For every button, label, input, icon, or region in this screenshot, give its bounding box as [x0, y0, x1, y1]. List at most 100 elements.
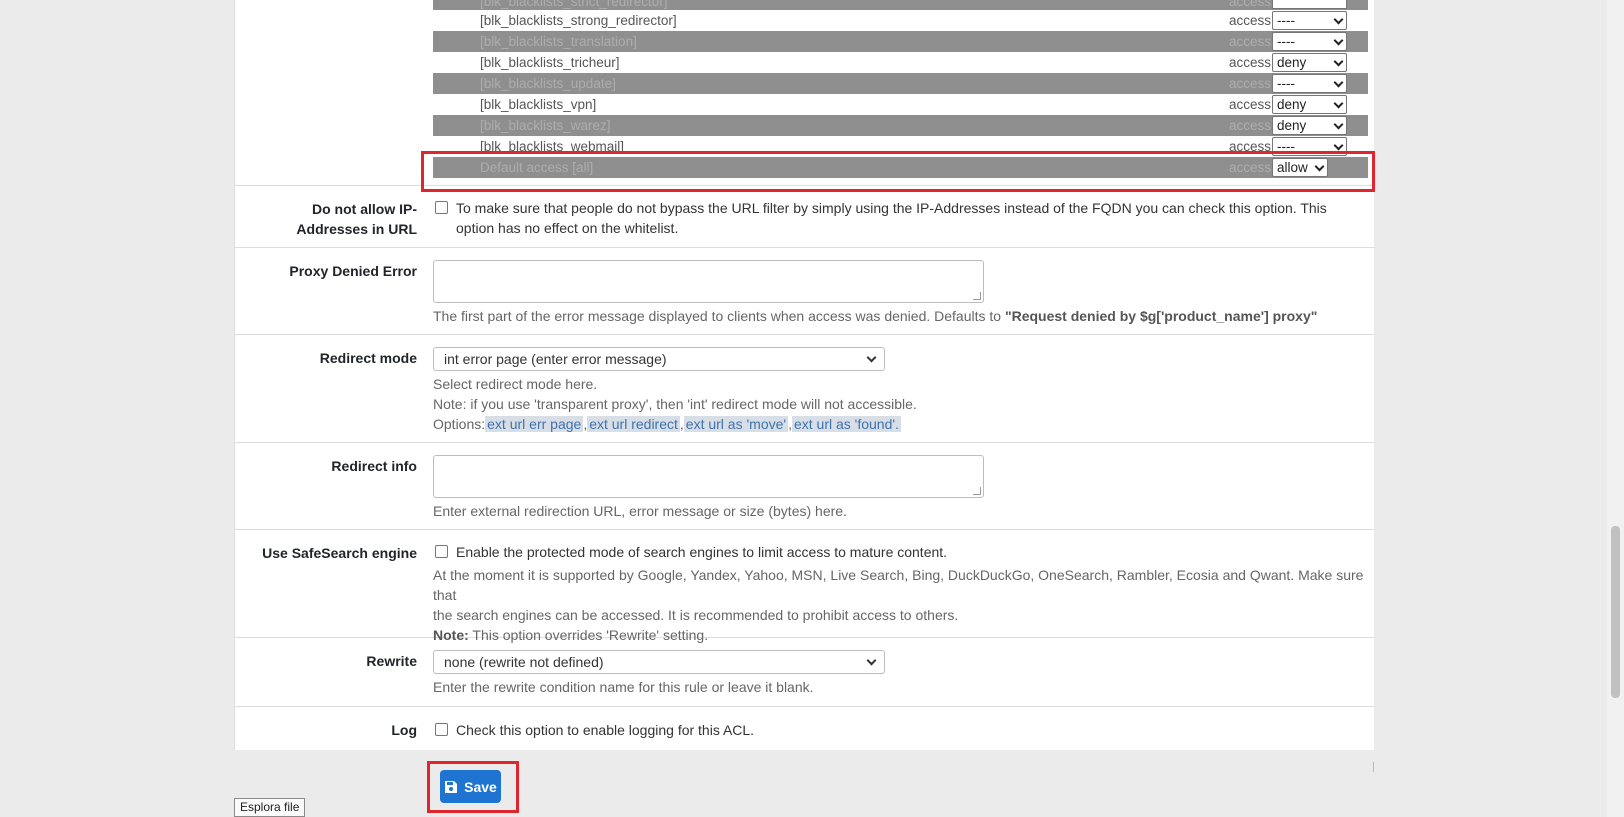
log-row: Log Check this option to enable logging … [235, 707, 1375, 750]
resize-grip-icon[interactable] [973, 292, 981, 300]
scrollbar-thumb[interactable] [1611, 526, 1620, 698]
proxy-denied-error-row: Proxy Denied Error The first part of the… [235, 248, 1375, 335]
option-link-ext-url-redirect[interactable]: ext url redirect [587, 416, 680, 432]
redirect-mode-help: Select redirect mode here. Note: if you … [433, 374, 1367, 434]
redirect-info-textarea[interactable] [433, 455, 984, 498]
rewrite-label: Rewrite [366, 653, 417, 669]
acl-row-strict-redirector: [blk_blacklists_strict_redirector] acces… [433, 0, 1368, 10]
acl-access-select[interactable]: ---- [1272, 32, 1347, 51]
resize-grip-icon[interactable] [973, 487, 981, 495]
redirect-mode-value: int error page (enter error message) [444, 351, 667, 367]
acl-row-name: [blk_blacklists_strict_redirector] [480, 0, 668, 9]
help-line: Select redirect mode here. [433, 376, 598, 392]
chevron-down-icon [866, 655, 877, 666]
help-line: Note: if you use 'transparent proxy', th… [433, 396, 917, 412]
chevron-down-icon [1333, 77, 1344, 88]
chevron-down-icon [1333, 35, 1344, 46]
help-default-value: "Request denied by $g['product_name'] pr… [1004, 308, 1318, 324]
ip-in-url-text: To make sure that people do not bypass t… [456, 200, 1327, 236]
option-link-ext-url-move[interactable]: ext url as 'move' [683, 416, 789, 432]
acl-access-value: ---- [1277, 34, 1295, 49]
log-text: Check this option to enable logging for … [456, 722, 755, 738]
safesearch-row: Use SafeSearch engine Enable the protect… [235, 530, 1375, 643]
rewrite-value: none (rewrite not defined) [444, 654, 604, 670]
chevron-down-icon [1333, 119, 1344, 130]
default-access-highlight [421, 151, 1375, 192]
rewrite-select[interactable]: none (rewrite not defined) [433, 650, 885, 674]
redirect-mode-label: Redirect mode [319, 350, 417, 366]
rewrite-help: Enter the rewrite condition name for thi… [433, 679, 814, 695]
acl-row-name: [blk_blacklists_warez] [480, 118, 611, 133]
help-line: the search engines can be accessed. It i… [433, 607, 959, 623]
acl-settings-panel: [blk_blacklists_strict_redirector] acces… [234, 0, 1375, 750]
acl-access-value: ---- [1277, 13, 1295, 28]
save-button[interactable]: Save [440, 770, 501, 803]
acl-row-translation: [blk_blacklists_translation] access ---- [433, 31, 1368, 52]
acl-row-vpn: [blk_blacklists_vpn] access deny [433, 94, 1368, 115]
acl-row-strong-redirector: [blk_blacklists_strong_redirector] acces… [433, 10, 1368, 31]
chevron-down-icon [1333, 56, 1344, 67]
acl-row-tricheur: [blk_blacklists_tricheur] access deny [433, 52, 1368, 73]
ip-in-url-row: Do not allow IP-Addresses in URL To make… [235, 186, 1375, 248]
acl-access-value: ---- [1277, 76, 1295, 91]
floppy-disk-icon [445, 780, 458, 793]
acl-access-value: deny [1277, 118, 1307, 133]
acl-row-access-label: access [1228, 34, 1271, 49]
log-checkbox[interactable] [435, 723, 448, 736]
chevron-down-icon [866, 352, 877, 363]
acl-access-select[interactable]: ---- [1272, 11, 1347, 30]
acl-access-select[interactable]: deny [1272, 53, 1347, 72]
rewrite-row: Rewrite none (rewrite not defined) Enter… [235, 638, 1375, 707]
taskbar-tooltip: Esplora file [234, 798, 306, 817]
acl-row-access-label: access [1228, 55, 1271, 70]
acl-row-update: [blk_blacklists_update] access ---- [433, 73, 1368, 94]
acl-access-value: deny [1277, 97, 1307, 112]
ip-in-url-checkbox[interactable] [435, 201, 448, 214]
acl-row-access-label: access [1228, 97, 1271, 112]
acl-row-access-label: access [1228, 0, 1271, 9]
acl-row-name: [blk_blacklists_strong_redirector] [480, 13, 677, 28]
options-prefix: Options: [433, 416, 486, 432]
acl-row-access-label: access [1228, 13, 1271, 28]
proxy-denied-error-label: Proxy Denied Error [289, 263, 417, 279]
proxy-denied-error-help: The first part of the error message disp… [433, 306, 1367, 326]
option-link-ext-url-err-page[interactable]: ext url err page [485, 416, 584, 432]
ip-in-url-option: To make sure that people do not bypass t… [433, 198, 1367, 238]
acl-access-select[interactable] [1272, 0, 1347, 9]
help-text: The first part of the error message disp… [433, 308, 1005, 324]
safesearch-option: Enable the protected mode of search engi… [433, 542, 1367, 562]
acl-row-name: [blk_blacklists_vpn] [480, 97, 597, 112]
acl-row-name: [blk_blacklists_tricheur] [480, 55, 620, 70]
acl-row-name: [blk_blacklists_update] [480, 76, 616, 91]
redirect-info-help: Enter external redirection URL, error me… [433, 503, 847, 519]
acl-access-value: deny [1277, 55, 1307, 70]
help-line: At the moment it is supported by Google,… [433, 567, 1364, 603]
chevron-down-icon [1333, 140, 1344, 151]
acl-row-access-label: access [1228, 118, 1271, 133]
redirect-mode-options: Options: ext url err page, ext url redirec… [433, 416, 901, 432]
acl-row-name: [blk_blacklists_translation] [480, 34, 637, 49]
log-label: Log [391, 722, 417, 738]
redirect-mode-select[interactable]: int error page (enter error message) [433, 347, 885, 371]
redirect-mode-row: Redirect mode int error page (enter erro… [235, 335, 1375, 443]
acl-access-select[interactable]: ---- [1272, 74, 1347, 93]
acl-row-access-label: access [1228, 76, 1271, 91]
safesearch-label: Use SafeSearch engine [262, 545, 417, 561]
safesearch-help: At the moment it is supported by Google,… [433, 565, 1367, 645]
proxy-denied-error-textarea[interactable] [433, 260, 984, 303]
save-button-label: Save [464, 778, 497, 795]
acl-access-select[interactable]: deny [1272, 116, 1347, 135]
chevron-down-icon [1333, 98, 1344, 109]
divider [1373, 762, 1374, 772]
safesearch-checkbox[interactable] [435, 545, 448, 558]
acl-row-warez: [blk_blacklists_warez] access deny [433, 115, 1368, 136]
page-scrollbar[interactable] [1607, 0, 1624, 817]
safesearch-text: Enable the protected mode of search engi… [456, 544, 948, 560]
chevron-down-icon [1333, 14, 1344, 25]
option-link-ext-url-found[interactable]: ext url as 'found'. [791, 416, 901, 432]
redirect-info-row: Redirect info Enter external redirection… [235, 443, 1375, 530]
acl-access-select[interactable]: deny [1272, 95, 1347, 114]
ip-in-url-label: Do not allow IP-Addresses in URL [296, 201, 417, 237]
log-option: Check this option to enable logging for … [433, 720, 1367, 740]
redirect-info-label: Redirect info [331, 458, 417, 474]
